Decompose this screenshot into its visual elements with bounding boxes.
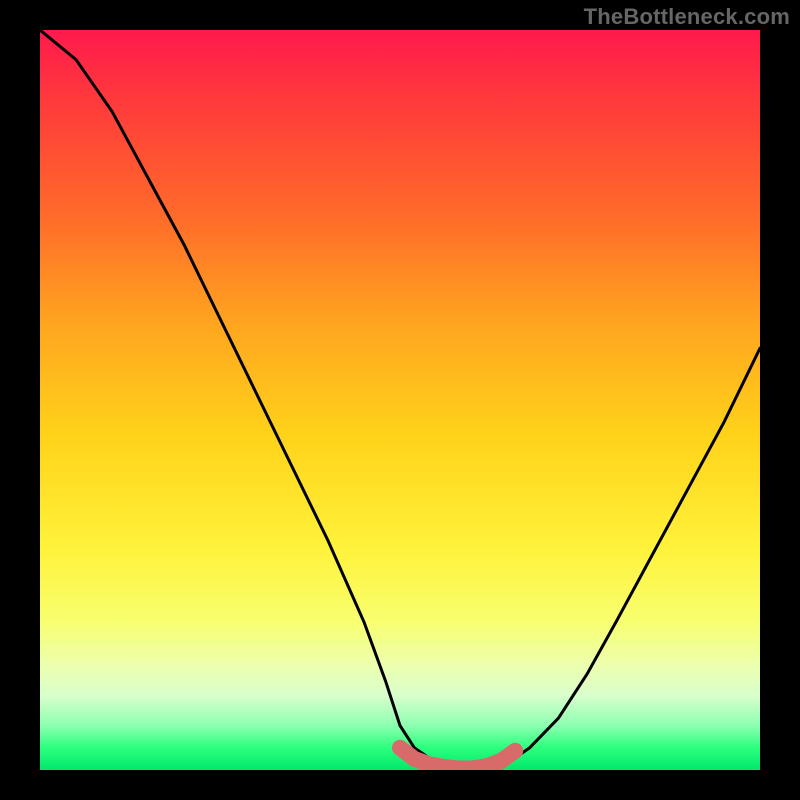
chart-frame: TheBottleneck.com [0, 0, 800, 800]
bottleneck-curve [40, 30, 760, 770]
watermark-label: TheBottleneck.com [584, 4, 790, 30]
plot-area [40, 30, 760, 770]
chart-svg [40, 30, 760, 770]
